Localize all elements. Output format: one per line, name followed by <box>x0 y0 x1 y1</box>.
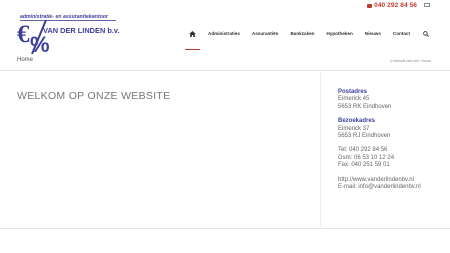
breadcrumb: U bevindt zich hier: Home <box>390 59 431 63</box>
nav-item-hypotheken[interactable]: Hypotheken <box>321 29 359 38</box>
nav-item-nieuws[interactable]: Nieuws <box>359 29 387 38</box>
logo-underline <box>20 20 116 21</box>
website-link[interactable]: http://www.vanderlindenbv.nl <box>338 177 421 184</box>
company-logo[interactable]: administratie- en assurantiekantoor € % … <box>16 12 156 56</box>
logo-tagline: administratie- en assurantiekantoor <box>20 14 109 20</box>
logo-name: VAN DER LINDEN b.v. <box>43 26 120 35</box>
phone-icon <box>367 3 373 8</box>
contact-sidebar: Postadres Eimerick 45 5653 RK Eindhoven … <box>338 89 421 191</box>
site-header: administratie- en assurantiekantoor € % … <box>0 11 450 56</box>
phone-line: Tel: 040 292 84 56 <box>338 147 388 154</box>
postadres-label: Postadres <box>338 89 368 95</box>
sidebar-divider <box>320 72 321 227</box>
fax-line: Fax: 040 251 59 01 <box>338 162 390 169</box>
email-link[interactable]: E-mail: info@vanderlindenbv.nl <box>338 184 421 191</box>
nav-item-bankzaken[interactable]: Bankzaken <box>284 29 320 38</box>
bezoekadres-line1: Eimerick 37 <box>338 125 370 132</box>
nav-home[interactable] <box>183 29 202 50</box>
breadcrumb-prefix: U bevindt zich hier: <box>389 59 421 63</box>
breadcrumb-home-link[interactable]: Home <box>421 59 431 63</box>
main-navigation: Administraties Assurantiën Bankzaken Hyp… <box>183 29 435 50</box>
nav-item-contact[interactable]: Contact <box>387 29 416 38</box>
logo-euro-symbol: € <box>17 21 30 48</box>
title-bar: Home U bevindt zich hier: Home <box>0 54 450 71</box>
search-icon <box>423 30 429 37</box>
nav-search[interactable] <box>416 29 435 38</box>
bezoekadres-label: Bezoekadres <box>338 118 376 125</box>
mail-icon[interactable] <box>424 3 430 7</box>
phone-contact[interactable]: 040 292 84 56 <box>367 1 417 10</box>
postadres-line2: 5653 RK Eindhoven <box>338 103 392 110</box>
nav-item-administraties[interactable]: Administraties <box>202 29 246 38</box>
page-title: Home <box>17 57 34 63</box>
bezoekadres-line2: 5653 RJ Eindhoven <box>338 133 391 140</box>
nav-item-assurantien[interactable]: Assurantiën <box>246 29 285 38</box>
gsm-line: Gsm: 06 53 10 12 24 <box>338 154 395 161</box>
phone-number[interactable]: 040 292 84 56 <box>374 2 417 9</box>
footer-divider <box>0 228 450 229</box>
home-icon <box>189 30 196 37</box>
top-bar: 040 292 84 56 <box>0 0 450 11</box>
main-heading: WELKOM OP ONZE WEBSITE <box>17 90 171 102</box>
postadres-line1: Eimerick 45 <box>338 96 370 103</box>
